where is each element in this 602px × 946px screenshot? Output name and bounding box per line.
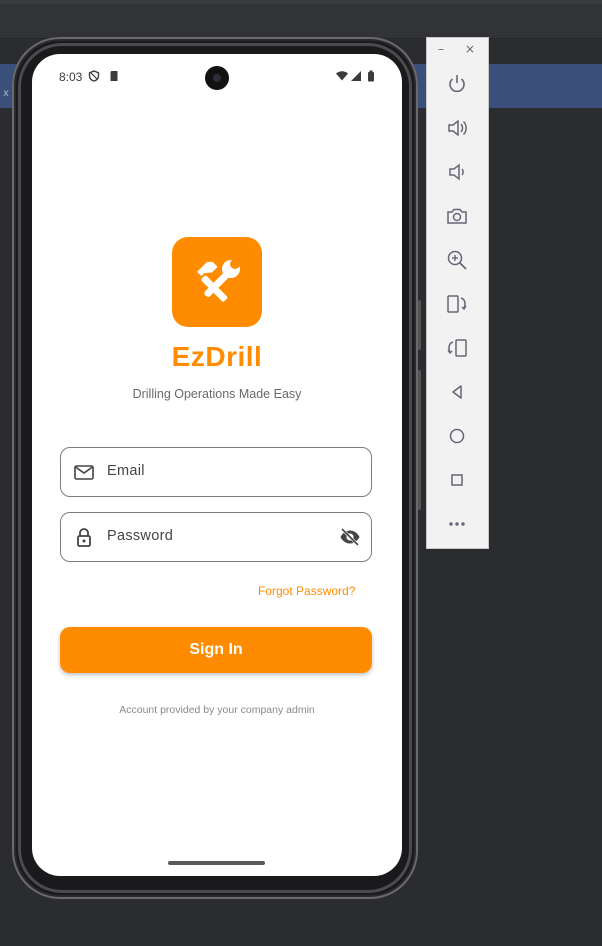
home-icon[interactable] (445, 424, 469, 448)
forgot-password-link[interactable]: Forgot Password? (258, 584, 355, 598)
zoom-icon[interactable] (445, 248, 469, 272)
camera-icon[interactable] (445, 204, 469, 228)
mail-icon (74, 465, 94, 480)
battery-icon (368, 70, 374, 82)
app-subtitle: Drilling Operations Made Easy (132, 387, 302, 401)
volume-down-icon[interactable] (445, 160, 469, 184)
app-logo (172, 237, 262, 327)
phone-side-button (418, 300, 421, 350)
sign-in-button[interactable]: Sign In (60, 627, 372, 673)
visibility-off-icon[interactable] (339, 526, 361, 548)
wifi-icon (336, 71, 348, 81)
app-title: EzDrill (171, 341, 263, 372)
close-button[interactable]: × (465, 42, 475, 56)
phone-screen: 8:03 EzDrill Drilling Operations Made Ea… (32, 54, 402, 876)
status-time: 8:03 (59, 70, 83, 84)
phone-volume-button (418, 370, 421, 510)
minimize-button[interactable]: – (438, 42, 444, 56)
email-label: Email (107, 463, 145, 479)
ide-top-bar (0, 0, 602, 39)
email-field[interactable]: Email (60, 447, 372, 497)
rotate-right-icon[interactable] (445, 336, 469, 360)
cell-signal-icon (351, 71, 361, 81)
volume-up-icon[interactable] (445, 116, 469, 140)
front-camera (205, 66, 229, 90)
back-icon[interactable] (445, 380, 469, 404)
password-field[interactable]: Password (60, 512, 372, 562)
more-icon[interactable] (445, 512, 469, 536)
lock-icon (77, 528, 91, 547)
power-icon[interactable] (445, 72, 469, 96)
ide-top-stripe (0, 0, 602, 4)
gesture-home-bar[interactable] (168, 861, 265, 865)
account-footnote: Account provided by your company admin (119, 704, 315, 716)
sd-card-icon (110, 71, 118, 81)
rotate-left-icon[interactable] (445, 292, 469, 316)
password-label: Password (107, 528, 174, 544)
tools-icon (197, 259, 240, 302)
emulator-toolbar: – × (426, 37, 489, 549)
overview-icon[interactable] (445, 468, 469, 492)
shield-icon (88, 70, 100, 82)
